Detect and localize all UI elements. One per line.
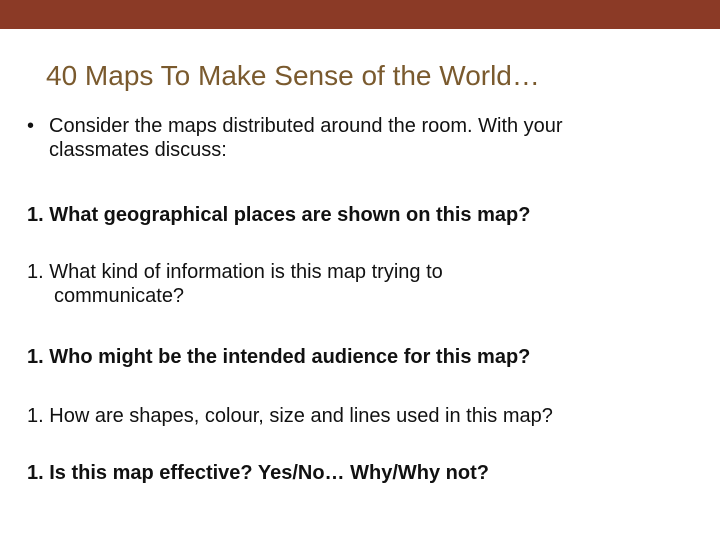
question-text: Who might be the intended audience for t…	[49, 346, 531, 368]
question-text: How are shapes, colour, size and lines u…	[49, 405, 553, 427]
slide-title: 40 Maps To Make Sense of the World…	[46, 60, 540, 91]
question-text-continued: communicate?	[54, 285, 185, 307]
question-item-design: 1. How are shapes, colour, size and line…	[27, 404, 707, 428]
question-number: 1.	[27, 261, 44, 283]
question-number: 1.	[27, 405, 44, 427]
question-text: Is this map effective? Yes/No… Why/Why n…	[49, 462, 489, 484]
intro-bullet-item: • Consider the maps distributed around t…	[27, 114, 707, 162]
question-item-audience: 1. Who might be the intended audience fo…	[27, 345, 707, 369]
question-text: What geographical places are shown on th…	[49, 204, 531, 226]
question-item-information: 1. What kind of information is this map …	[27, 260, 707, 308]
question-item-places: 1. What geographical places are shown on…	[27, 203, 707, 227]
intro-line-1: Consider the maps distributed around the…	[49, 115, 563, 137]
question-item-effective: 1. Is this map effective? Yes/No… Why/Wh…	[27, 461, 707, 485]
question-number: 1.	[27, 346, 44, 368]
bullet-marker: •	[27, 115, 35, 137]
question-number: 1.	[27, 462, 44, 484]
question-text: What kind of information is this map try…	[49, 261, 443, 283]
slide-top-bar	[0, 0, 720, 29]
intro-paragraph: • Consider the maps distributed around t…	[27, 114, 707, 162]
question-number: 1.	[27, 204, 44, 226]
intro-line-2: classmates discuss:	[49, 139, 227, 161]
